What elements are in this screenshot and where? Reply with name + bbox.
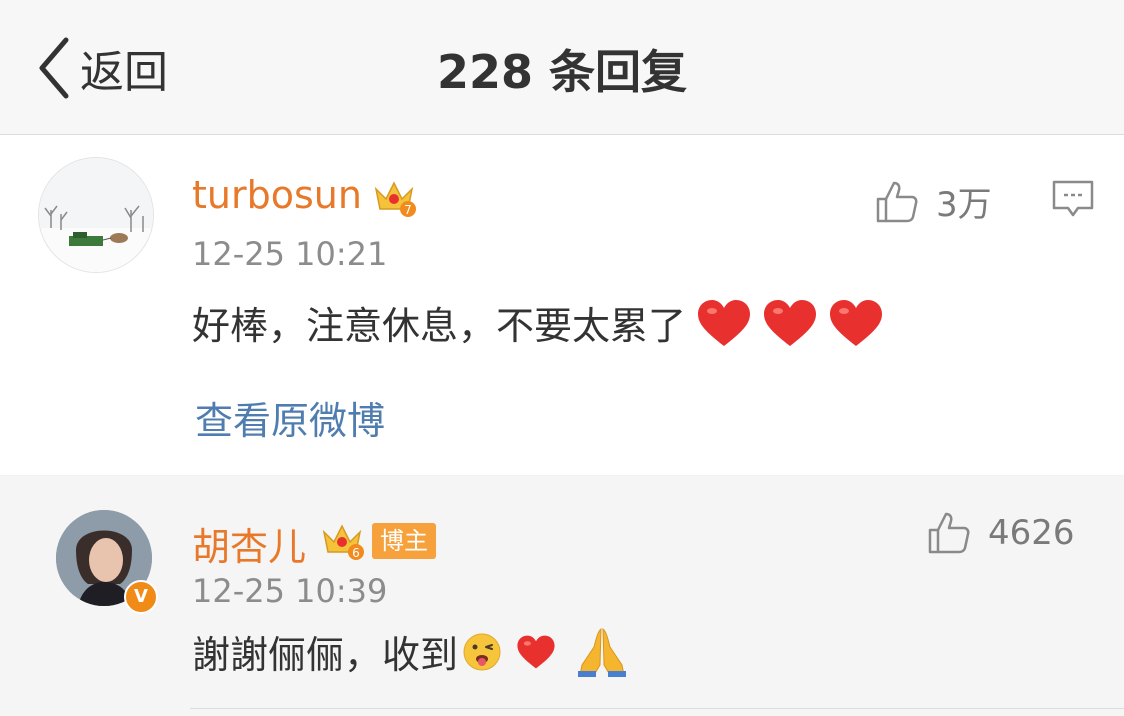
comment-time: 12-25 10:21 (192, 235, 388, 273)
crown-level-icon: 7 (374, 181, 416, 217)
avatar[interactable] (38, 157, 154, 273)
comment-text-row: 好棒，注意休息，不要太累了 (192, 295, 884, 350)
comment-reply-icon[interactable] (1051, 179, 1095, 219)
like-button[interactable]: 4626 (926, 510, 1075, 556)
snow-landscape-avatar-image (39, 158, 153, 272)
thumbs-up-icon (928, 512, 970, 554)
thumbs-up-icon (876, 181, 918, 222)
view-original-link[interactable]: 查看原微博 (195, 390, 385, 445)
divider (190, 708, 1124, 709)
comment-text: 謝謝俪俪，收到 (192, 633, 459, 677)
like-count: 4626 (988, 513, 1075, 553)
reply-comment: V 胡杏儿 6 博主 4626 12-25 10:39 謝謝俪俪，收到 (0, 476, 1124, 716)
verified-badge-icon: V (124, 580, 158, 614)
page-title: 228 条回复 (436, 45, 688, 99)
main-comment: turbosun 7 12-25 10:21 好棒，注意休息，不要太累了 查看原… (0, 135, 1124, 475)
comment-text-row: 謝謝俪俪，收到 (192, 624, 630, 679)
host-badge: 博主 (372, 523, 436, 559)
comment-time: 12-25 10:39 (192, 572, 388, 610)
heart-emoji-icon (517, 635, 555, 668)
username[interactable]: 胡杏儿 (192, 516, 306, 571)
nav-header: 返回 228 条回复 (0, 0, 1124, 135)
like-button[interactable]: 3万 (874, 177, 992, 226)
pray-hands-emoji-icon (578, 627, 627, 677)
level-number: 7 (404, 203, 412, 217)
comment-text: 好棒，注意休息，不要太累了 (192, 304, 687, 348)
like-count: 3万 (936, 185, 992, 225)
tongue-wink-emoji-icon (463, 633, 501, 670)
username[interactable]: turbosun (192, 173, 362, 217)
crown-level-icon: 6 (322, 524, 364, 560)
heart-emoji-icon (696, 298, 752, 348)
level-number: 6 (352, 546, 360, 560)
heart-emoji-icon (762, 298, 818, 348)
heart-emoji-icon (828, 298, 884, 348)
